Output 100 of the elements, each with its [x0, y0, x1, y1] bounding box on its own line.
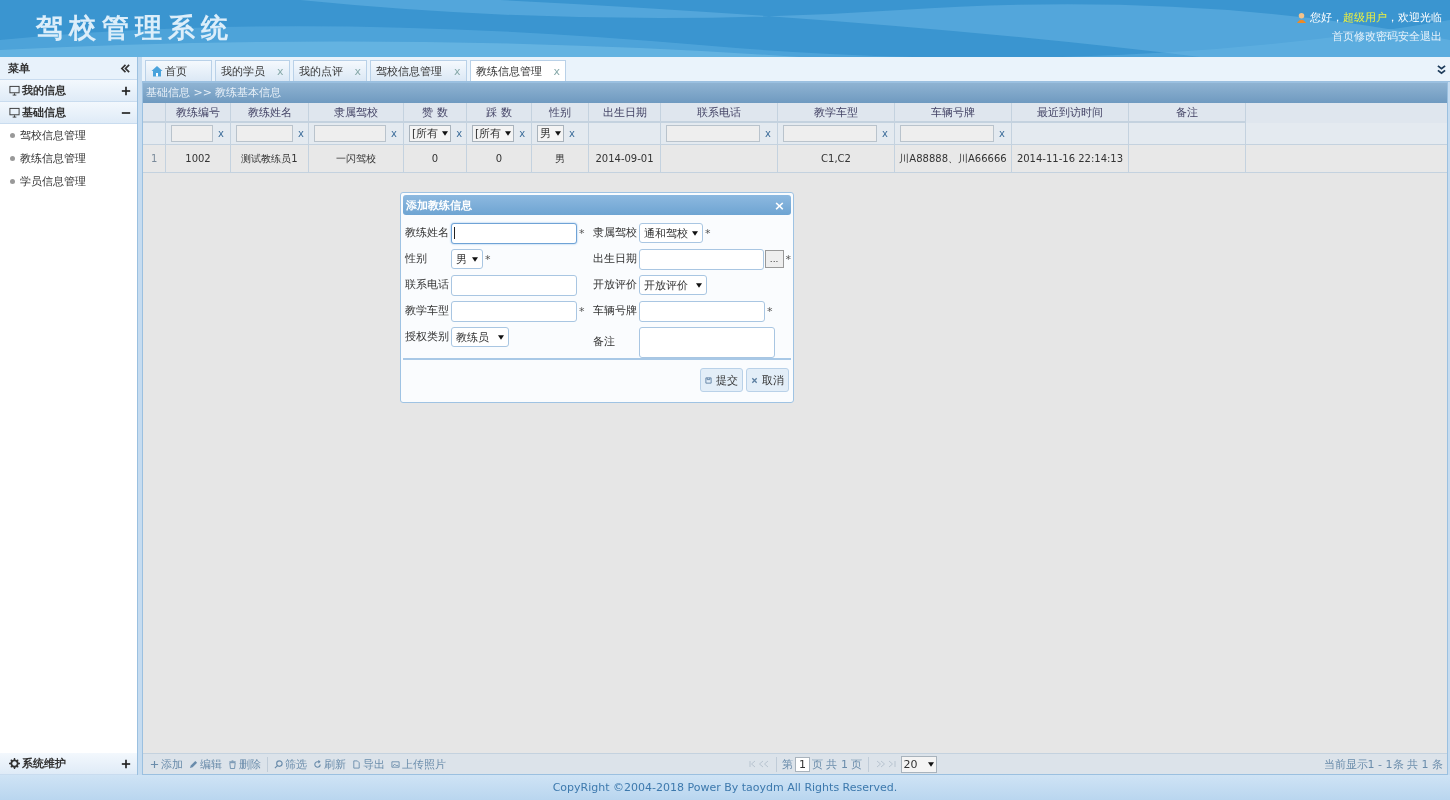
- plus-icon: [121, 758, 131, 769]
- tab[interactable]: 我的点评 x: [292, 60, 368, 81]
- breadcrumb: 基础信息 >> 教练基本信息: [143, 83, 1447, 103]
- date-field[interactable]: [638, 248, 764, 270]
- clear-filter-button[interactable]: x: [298, 128, 304, 139]
- filter-field[interactable]: [314, 125, 386, 142]
- dropdown[interactable]: 教练员: [451, 327, 509, 347]
- filter-dropdown[interactable]: 男: [537, 125, 564, 142]
- refresh-icon: [313, 759, 322, 769]
- clear-filter-button[interactable]: x: [456, 128, 463, 139]
- trash-icon: [228, 759, 237, 769]
- image-icon: [391, 759, 400, 769]
- caret-icon: [472, 256, 478, 262]
- field-label: 出生日期: [593, 252, 638, 266]
- search-icon: [274, 759, 283, 769]
- menu-group[interactable]: 系统维护: [0, 753, 137, 775]
- required-mark: *: [767, 304, 773, 318]
- filter-dropdown[interactable]: [所有: [409, 125, 452, 142]
- caret-icon: [927, 761, 934, 767]
- caret-icon: [505, 131, 512, 136]
- caret-icon: [555, 131, 561, 136]
- text-field[interactable]: [451, 300, 577, 322]
- table-cell: 一闪驾校: [309, 145, 404, 172]
- text-field[interactable]: [451, 274, 577, 296]
- tab[interactable]: 驾校信息管理 x: [370, 60, 467, 81]
- field-label: 隶属驾校: [593, 226, 638, 240]
- collapse-icon[interactable]: [120, 62, 131, 74]
- copyright-text: CopyRight ©2004-2018 Power By taoydm All Rights Reserved.: [552, 781, 898, 794]
- toolbar-button[interactable]: 刷新: [310, 756, 349, 772]
- dropdown[interactable]: 通和驾校: [639, 223, 703, 243]
- filter-field[interactable]: [171, 125, 213, 142]
- sidebar-title: 菜单: [8, 60, 30, 76]
- page-size-dropdown[interactable]: 20: [900, 755, 937, 773]
- date-picker-button[interactable]: ...: [764, 250, 784, 268]
- caret-icon: [498, 334, 504, 340]
- table-cell: C1,C2: [778, 145, 895, 172]
- dropdown[interactable]: 男: [451, 249, 483, 269]
- dialog-button[interactable]: 提交: [700, 368, 743, 392]
- document-icon: [352, 759, 361, 769]
- record-summary: 当前显示1 - 1条 共 1 条: [1323, 756, 1443, 772]
- monitor-icon: [9, 85, 20, 96]
- clear-filter-button[interactable]: x: [999, 128, 1005, 139]
- toolbar-button[interactable]: 上传照片: [388, 756, 449, 772]
- filter-field[interactable]: [666, 125, 760, 142]
- clear-filter-button[interactable]: x: [882, 128, 888, 139]
- dialog-button[interactable]: 取消: [746, 368, 789, 392]
- toolbar-button[interactable]: 删除: [225, 756, 264, 772]
- home-icon: [151, 65, 163, 77]
- user-icon: [1296, 12, 1307, 23]
- required-mark: *: [485, 252, 491, 266]
- table-cell: 2014-09-01: [589, 145, 661, 172]
- menu-group[interactable]: 我的信息: [0, 80, 137, 102]
- field-label: 备注: [593, 335, 616, 349]
- tab[interactable]: 教练信息管理 x: [469, 60, 567, 81]
- filter-field[interactable]: [236, 125, 293, 142]
- monitor-icon: [9, 107, 20, 118]
- page-total: 页 共 1 页: [812, 756, 863, 772]
- save-icon: [705, 376, 712, 384]
- tab[interactable]: 首页: [145, 60, 212, 81]
- menu-item[interactable]: 驾校信息管理: [0, 124, 137, 147]
- filter-field[interactable]: [900, 125, 994, 142]
- menu-group[interactable]: 基础信息: [0, 102, 137, 124]
- dropdown[interactable]: 开放评价: [639, 275, 707, 295]
- app-title: 驾校管理系统: [36, 11, 234, 45]
- close-icon: [751, 376, 758, 384]
- toolbar-button[interactable]: 编辑: [186, 756, 225, 772]
- clear-filter-button[interactable]: x: [519, 128, 526, 139]
- caret-icon: [696, 282, 702, 288]
- clear-filter-button[interactable]: x: [569, 128, 575, 139]
- text-area[interactable]: [639, 326, 775, 358]
- toolbar-button[interactable]: 导出: [349, 756, 388, 772]
- double-chevron-icon[interactable]: [1437, 64, 1446, 75]
- filter-field[interactable]: [783, 125, 877, 142]
- table-cell: 2014-11-16 22:14:13: [1012, 145, 1129, 172]
- page-field[interactable]: 1: [795, 756, 810, 772]
- clear-filter-button[interactable]: x: [765, 128, 771, 139]
- clear-filter-button[interactable]: x: [391, 128, 397, 139]
- table-cell: 川A88888、川A66666: [895, 145, 1012, 172]
- table-cell: 0: [467, 145, 532, 172]
- field-label: 教练姓名: [405, 226, 450, 240]
- filter-dropdown[interactable]: [所有: [472, 125, 515, 142]
- clear-filter-button[interactable]: x: [218, 128, 224, 139]
- toolbar-button[interactable]: 添加: [147, 756, 186, 772]
- required-mark: *: [705, 226, 711, 240]
- tab[interactable]: 我的学员 x: [215, 60, 290, 81]
- text-field[interactable]: [451, 222, 577, 244]
- caret-icon: [692, 230, 698, 236]
- close-tab-button[interactable]: x: [553, 64, 561, 78]
- menu-item[interactable]: 学员信息管理: [0, 170, 137, 193]
- row-number: 1: [143, 145, 166, 172]
- text-field[interactable]: [639, 300, 765, 322]
- field-label: 性别: [405, 252, 428, 266]
- field-label: 开放评价: [593, 278, 638, 292]
- toolbar-button[interactable]: 筛选: [271, 756, 310, 772]
- first-prev-page-icon[interactable]: [749, 760, 771, 768]
- menu-item[interactable]: 教练信息管理: [0, 147, 137, 170]
- plus-icon: [150, 759, 159, 769]
- required-mark: *: [579, 304, 585, 318]
- page-label: 第: [782, 756, 793, 772]
- dialog-title: 添加教练信息: [406, 197, 472, 213]
